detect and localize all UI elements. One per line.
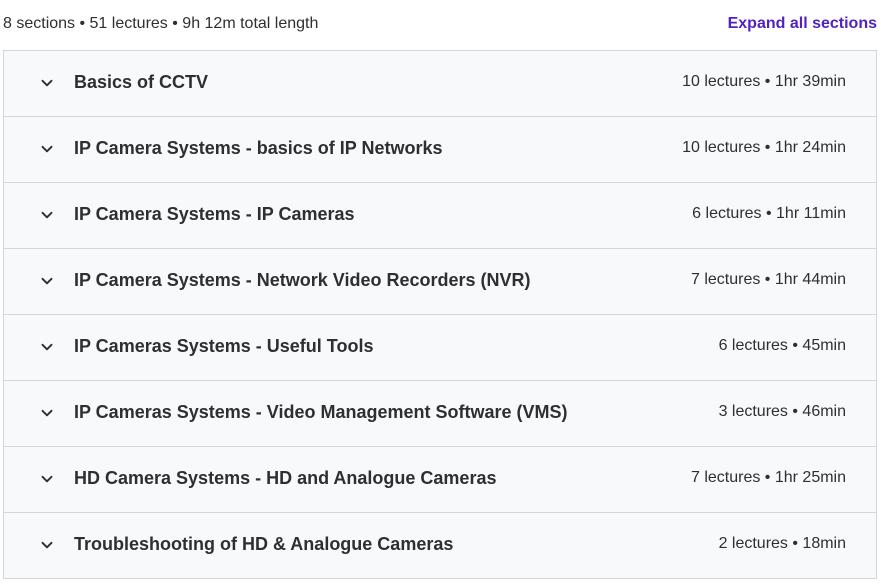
- chevron-down-icon: [40, 340, 54, 354]
- section-row[interactable]: Troubleshooting of HD & Analogue Cameras…: [4, 513, 876, 578]
- section-row[interactable]: IP Camera Systems - basics of IP Network…: [4, 117, 876, 183]
- curriculum-section-list: Basics of CCTV 10 lectures • 1hr 39min I…: [3, 50, 877, 579]
- section-meta: 7 lectures • 1hr 44min: [690, 271, 846, 288]
- expand-all-sections-button[interactable]: Expand all sections: [728, 15, 877, 33]
- section-title: IP Cameras Systems - Video Management So…: [74, 402, 568, 422]
- chevron-down-icon: [40, 142, 54, 156]
- section-title: IP Cameras Systems - Useful Tools: [74, 336, 374, 356]
- chevron-down-icon: [40, 538, 54, 552]
- chevron-down-icon: [40, 406, 54, 420]
- chevron-down-icon: [40, 208, 54, 222]
- section-row[interactable]: IP Camera Systems - Network Video Record…: [4, 249, 876, 315]
- section-title: Basics of CCTV: [74, 72, 209, 92]
- section-title: IP Camera Systems - basics of IP Network…: [74, 138, 443, 158]
- curriculum-summary-text: 8 sections • 51 lectures • 9h 12m total …: [3, 15, 319, 32]
- section-title: IP Camera Systems - Network Video Record…: [74, 270, 531, 290]
- section-title: Troubleshooting of HD & Analogue Cameras: [74, 534, 454, 554]
- section-row[interactable]: HD Camera Systems - HD and Analogue Came…: [4, 447, 876, 513]
- section-meta: 10 lectures • 1hr 39min: [682, 73, 846, 90]
- section-title: IP Camera Systems - IP Cameras: [74, 204, 355, 224]
- section-meta: 6 lectures • 1hr 11min: [692, 205, 846, 222]
- section-row[interactable]: IP Cameras Systems - Video Management So…: [4, 381, 876, 447]
- section-meta: 7 lectures • 1hr 25min: [690, 469, 846, 486]
- chevron-down-icon: [40, 472, 54, 486]
- section-meta: 10 lectures • 1hr 24min: [682, 139, 846, 156]
- section-row[interactable]: Basics of CCTV 10 lectures • 1hr 39min: [4, 51, 876, 117]
- curriculum-summary-bar: 8 sections • 51 lectures • 9h 12m total …: [0, 0, 881, 50]
- section-row[interactable]: IP Cameras Systems - Useful Tools 6 lect…: [4, 315, 876, 381]
- chevron-down-icon: [40, 274, 54, 288]
- section-meta: 2 lectures • 18min: [718, 535, 846, 552]
- section-row[interactable]: IP Camera Systems - IP Cameras 6 lecture…: [4, 183, 876, 249]
- section-meta: 3 lectures • 46min: [718, 403, 846, 420]
- section-meta: 6 lectures • 45min: [718, 337, 846, 354]
- section-title: HD Camera Systems - HD and Analogue Came…: [74, 468, 497, 488]
- chevron-down-icon: [40, 76, 54, 90]
